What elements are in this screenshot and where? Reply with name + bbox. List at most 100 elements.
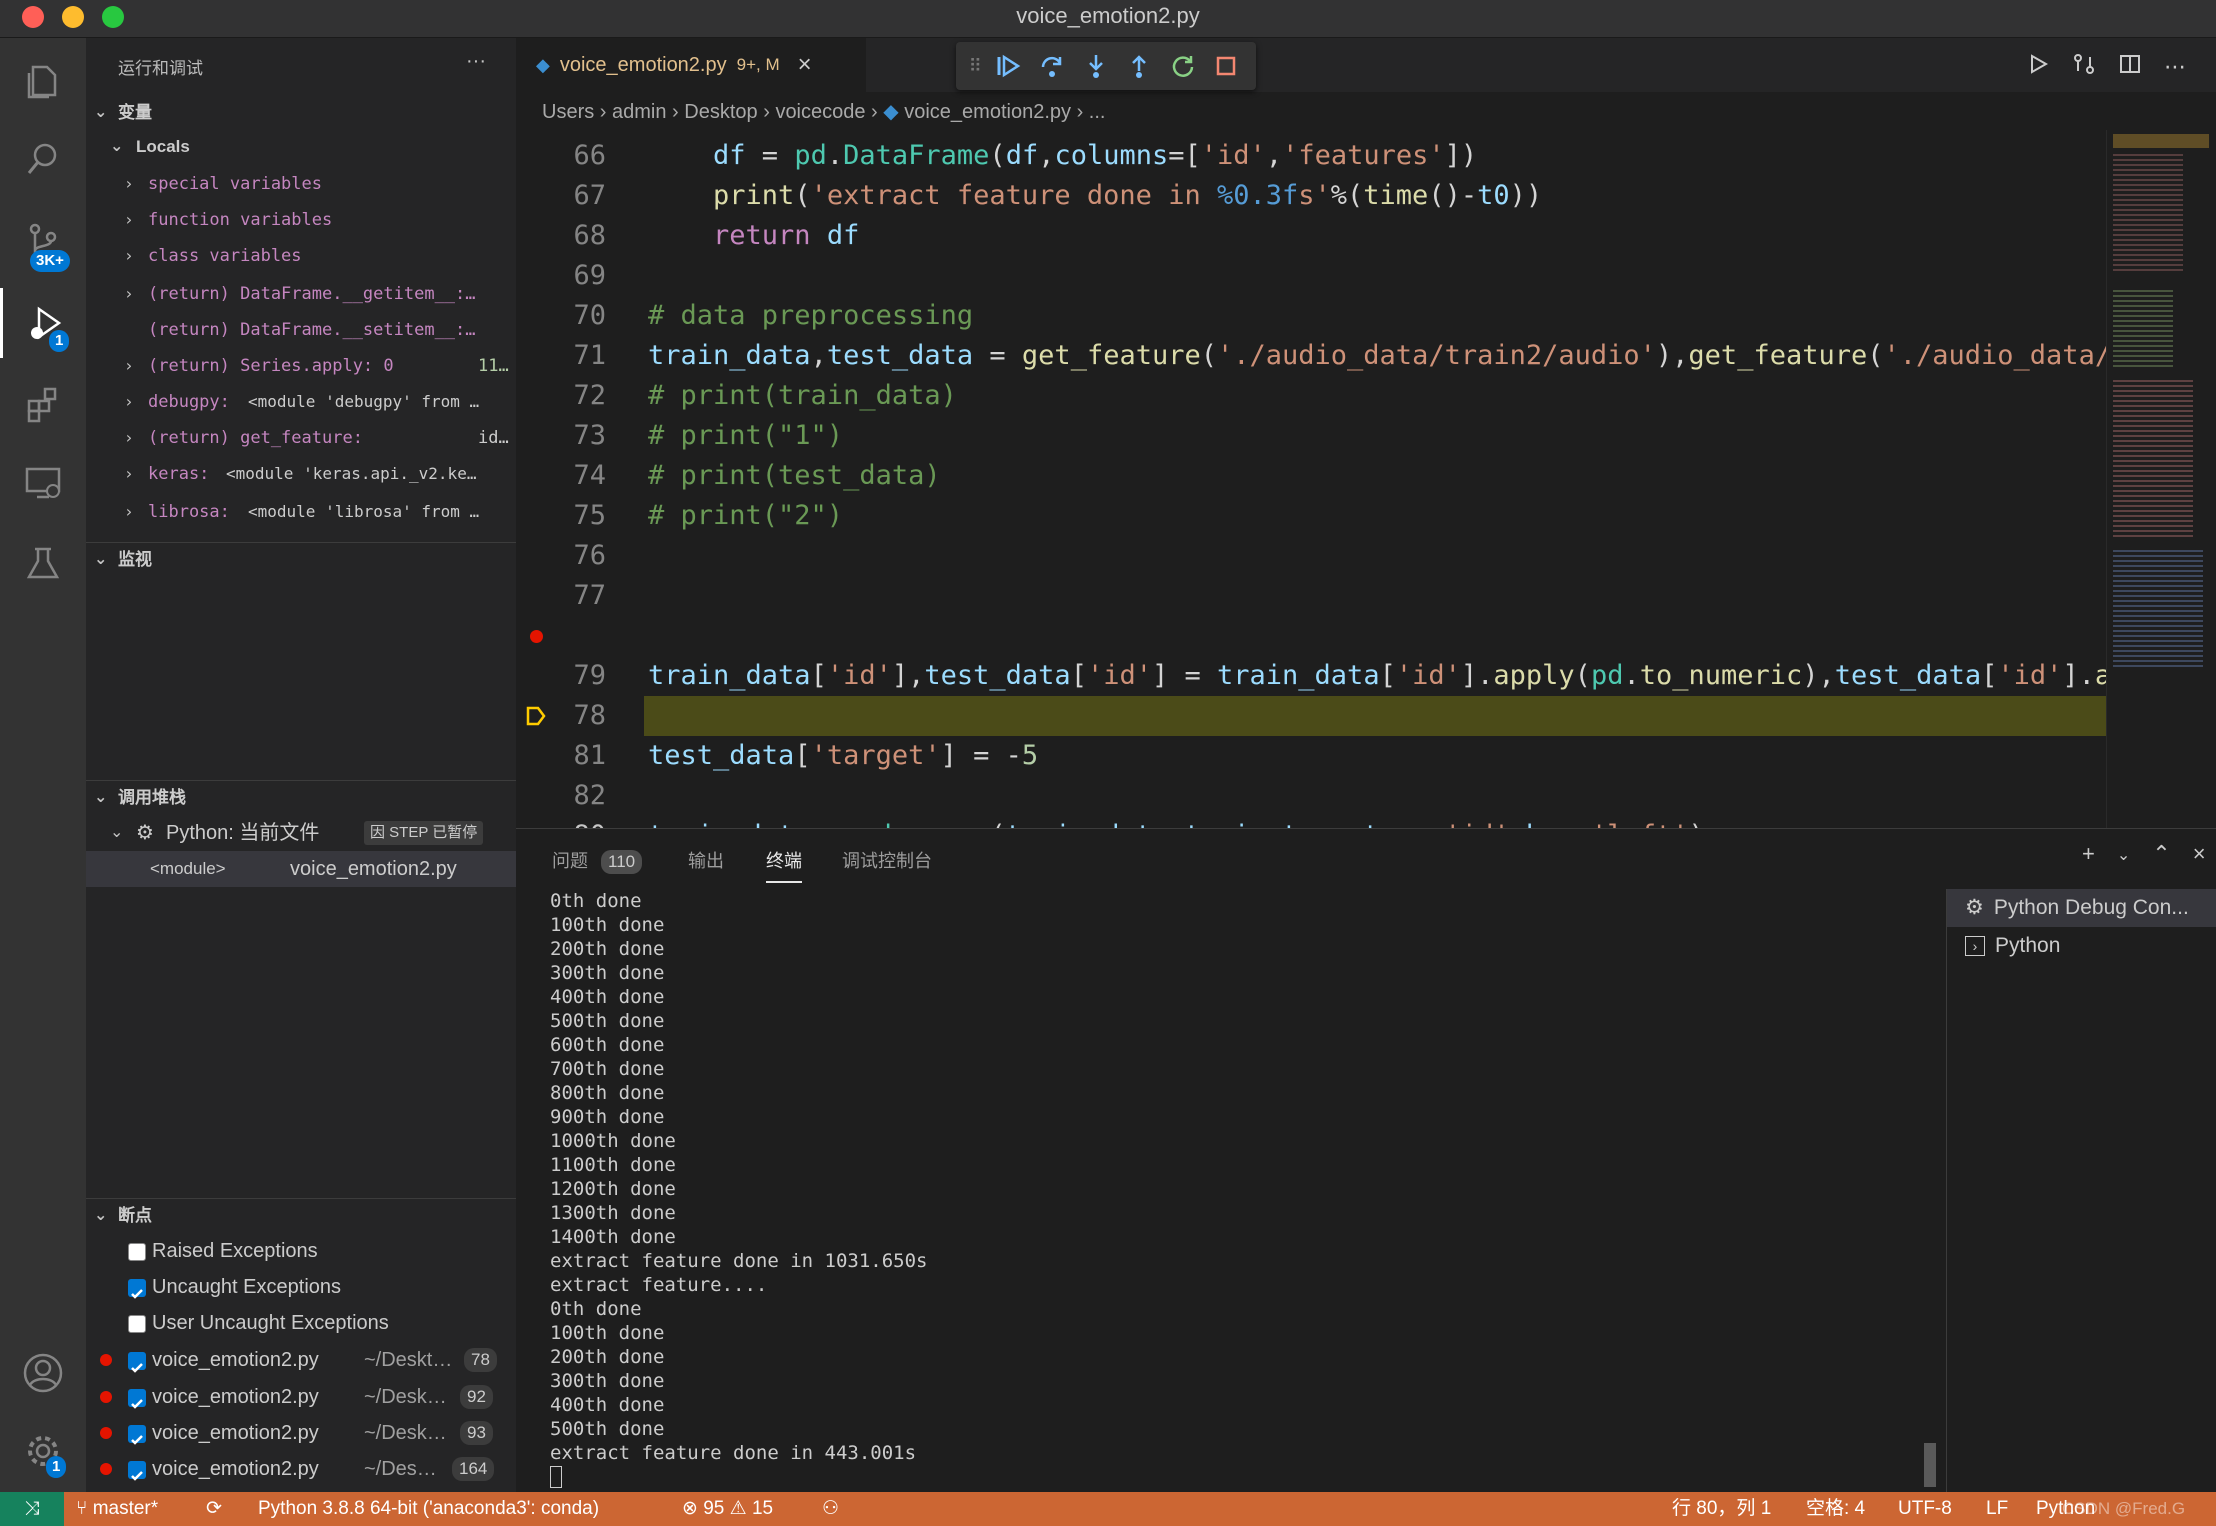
code-line: 79 train_data['id'],test_data['id'] = tra…	[573, 660, 2106, 691]
terminal-item[interactable]: › Python	[1947, 927, 2216, 965]
breadcrumb-item[interactable]: voice_emotion2.py	[904, 101, 1071, 123]
tab-problems[interactable]: 问题 110	[552, 847, 643, 874]
variable-row[interactable]: › debugpy: <module 'debugpy' from …	[86, 384, 516, 420]
encoding[interactable]: UTF-8	[1898, 1492, 1952, 1526]
exception-uncaught[interactable]: Uncaught Exceptions	[86, 1269, 516, 1305]
callstack-section: ⌄ 调用堆栈 ⌄ ⚙ Python: 当前文件 因 STEP 已暂停 <modul…	[86, 780, 516, 887]
exception-user-uncaught[interactable]: User Uncaught Exceptions	[86, 1305, 516, 1341]
minimap[interactable]	[2106, 130, 2216, 828]
terminal-line: 1400th done	[550, 1226, 676, 1248]
account-icon[interactable]	[0, 1338, 86, 1408]
checkbox-checked[interactable]	[128, 1388, 146, 1409]
new-terminal-icon[interactable]: +	[2082, 841, 2095, 867]
drag-handle-icon[interactable]: ⠿	[969, 56, 982, 77]
tab-output[interactable]: 输出	[688, 847, 724, 873]
remote-explorer-icon[interactable]	[0, 448, 86, 518]
restart-icon[interactable]	[1166, 49, 1200, 83]
run-debug-icon[interactable]: 1	[0, 288, 86, 358]
checkbox-checked[interactable]	[128, 1351, 146, 1373]
variable-row[interactable]: › (return) DataFrame.__getitem__:…	[86, 276, 516, 312]
breakpoint-item[interactable]: voice_emotion2.py ~/Des… 164	[86, 1451, 516, 1487]
variable-row[interactable]: › (return) Series.apply: 0 11…	[86, 348, 516, 384]
continue-icon[interactable]	[991, 49, 1025, 83]
tab-debug-console[interactable]: 调试控制台	[842, 847, 932, 873]
variable-row[interactable]: › special variables	[86, 166, 516, 202]
debug-icon[interactable]: ⚇	[822, 1492, 839, 1526]
variable-row[interactable]: › function variables	[86, 202, 516, 238]
breakpoints-header[interactable]: ⌄ 断点	[86, 1199, 516, 1233]
interpreter-selector[interactable]: Python 3.8.8 64-bit ('anaconda3': conda)	[258, 1492, 599, 1526]
breadcrumb: Users › admin › Desktop › voicecode › ◆ …	[542, 101, 1106, 123]
breakpoint-item[interactable]: voice_emotion2.py ~/Deskt… 78	[86, 1341, 516, 1379]
split-editor-icon[interactable]	[2118, 52, 2142, 81]
step-over-icon[interactable]	[1035, 49, 1069, 83]
close-tab-button[interactable]: ×	[798, 51, 812, 79]
watch-header[interactable]: ⌄ 监视	[86, 543, 516, 577]
terminal-line: 200th done	[550, 938, 665, 960]
terminal-line: 1300th done	[550, 1202, 676, 1224]
chevron-down-icon: ⌄	[94, 1207, 108, 1224]
breakpoint-dot-icon[interactable]	[530, 630, 543, 643]
terminal-item[interactable]: ⚙ Python Debug Con...	[1947, 889, 2216, 927]
code-line: 72 # print(train_data)	[573, 380, 957, 411]
settings-gear-icon[interactable]: 1	[0, 1416, 86, 1486]
sync-icon[interactable]: ⟳	[206, 1492, 222, 1526]
terminal-output[interactable]: 0th done 100th done 200th done 300th done 40…	[550, 889, 928, 1488]
breadcrumb-item[interactable]: Users	[542, 101, 594, 123]
code-editor[interactable]: 66 df = pd.DataFrame(df,columns=['id','f…	[516, 130, 2106, 828]
terminal-line: 400th done	[550, 1394, 665, 1416]
breakpoint-item[interactable]: voice_emotion2.py ~/Desk… 92	[86, 1379, 516, 1415]
source-control-icon[interactable]: 3K+	[0, 206, 86, 276]
variable-row[interactable]: › librosa: <module 'librosa' from …	[86, 494, 516, 530]
terminal-line: extract feature done in 1031.650s	[550, 1250, 928, 1272]
close-panel-icon[interactable]: ×	[2193, 841, 2206, 867]
variable-row[interactable]: › keras: <module 'keras.api._v2.ke…	[86, 456, 516, 492]
remote-indicator-icon[interactable]: ⤨	[0, 1492, 64, 1526]
variable-row[interactable]: › (return) get_feature: id…	[86, 420, 516, 456]
chevron-down-icon[interactable]: ⌄	[2117, 841, 2130, 867]
step-into-icon[interactable]	[1079, 49, 1113, 83]
checkbox-checked[interactable]	[128, 1424, 146, 1445]
variables-header[interactable]: ⌄ 变量	[86, 96, 516, 130]
maximize-panel-icon[interactable]: ⌃	[2152, 841, 2170, 867]
tab-terminal[interactable]: 终端	[766, 847, 802, 883]
stack-frame[interactable]: <module> voice_emotion2.py	[86, 851, 516, 887]
locals-scope[interactable]: ⌄ Locals	[86, 130, 516, 164]
terminal-line: 0th done	[550, 890, 642, 912]
debug-toolbar: ⠿	[956, 42, 1256, 90]
terminal-line: 500th done	[550, 1010, 665, 1032]
more-icon[interactable]: ⋯	[2164, 54, 2186, 80]
search-icon[interactable]	[0, 124, 86, 194]
explorer-icon[interactable]	[0, 46, 86, 116]
more-actions-button[interactable]: ···	[466, 50, 486, 73]
variable-row[interactable]: › class variables	[86, 238, 516, 274]
checkbox-checked[interactable]	[128, 1278, 146, 1299]
terminal-scrollbar[interactable]	[1924, 1443, 1936, 1487]
stop-icon[interactable]	[1209, 49, 1243, 83]
exception-raised[interactable]: Raised Exceptions	[86, 1233, 516, 1269]
indentation[interactable]: 空格: 4	[1806, 1492, 1865, 1526]
breadcrumb-item[interactable]: voicecode	[775, 101, 865, 123]
eol[interactable]: LF	[1986, 1492, 2008, 1526]
callstack-thread[interactable]: ⌄ ⚙ Python: 当前文件 因 STEP 已暂停	[86, 815, 516, 851]
run-icon[interactable]	[2026, 52, 2050, 81]
checkbox-checked[interactable]	[128, 1460, 146, 1481]
branch-indicator[interactable]: ⑂ master*	[76, 1492, 158, 1526]
editor-tab[interactable]: ◆ voice_emotion2.py 9+, M ×	[516, 38, 866, 92]
checkbox[interactable]	[128, 1242, 146, 1261]
extensions-icon[interactable]	[0, 368, 86, 438]
terminal-line: 0th done	[550, 1298, 642, 1320]
breadcrumb-item[interactable]: ...	[1089, 101, 1106, 123]
breadcrumb-item[interactable]: admin	[612, 101, 666, 123]
cursor-position[interactable]: 行 80，列 1	[1672, 1492, 1771, 1526]
step-out-icon[interactable]	[1122, 49, 1156, 83]
paused-state-badge: 因 STEP 已暂停	[364, 821, 484, 845]
breakpoint-item[interactable]: voice_emotion2.py ~/Desk… 93	[86, 1415, 516, 1451]
compare-changes-icon[interactable]	[2072, 52, 2096, 81]
testing-icon[interactable]	[0, 528, 86, 598]
checkbox[interactable]	[128, 1314, 146, 1333]
variable-row[interactable]: (return) DataFrame.__setitem__:…	[86, 312, 516, 348]
callstack-header[interactable]: ⌄ 调用堆栈	[86, 781, 516, 815]
breadcrumb-item[interactable]: Desktop	[684, 101, 757, 123]
problems-indicator[interactable]: ⊗ 95 ⚠ 15	[682, 1492, 773, 1526]
